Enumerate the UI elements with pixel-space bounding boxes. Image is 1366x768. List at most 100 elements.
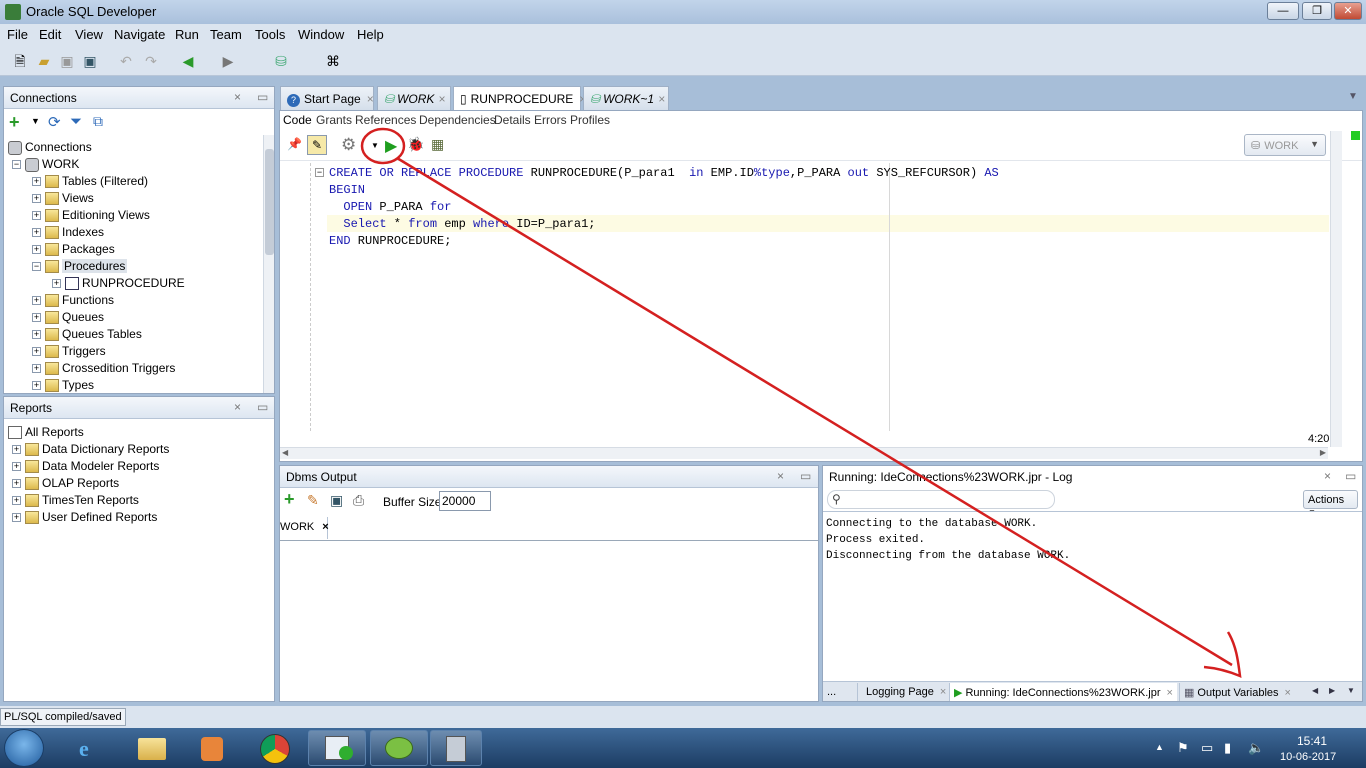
- horizontal-scrollbar[interactable]: ◀ ▶: [280, 447, 1328, 459]
- tab-work[interactable]: ⛁ WORK ×: [377, 86, 451, 110]
- start-button[interactable]: [4, 729, 44, 767]
- tree-item[interactable]: + Data Modeler Reports: [12, 459, 159, 476]
- close-icon[interactable]: ×: [1285, 687, 1291, 699]
- menu-edit[interactable]: Edit: [39, 27, 61, 42]
- subtab-references[interactable]: References: [355, 113, 416, 127]
- collapse-icon[interactable]: −: [32, 262, 41, 272]
- close-icon[interactable]: ×: [777, 469, 784, 483]
- forward-icon[interactable]: ▶: [218, 51, 238, 71]
- maximize-button[interactable]: ❐: [1302, 2, 1332, 20]
- schema-browser-icon[interactable]: ⧉: [93, 113, 103, 130]
- edit-icon[interactable]: ✎: [307, 135, 327, 155]
- clock-date[interactable]: 10-06-2017: [1280, 751, 1336, 763]
- minimize-icon[interactable]: ▭: [800, 469, 811, 483]
- log-text-area[interactable]: Connecting to the database WORK. Process…: [823, 511, 1362, 681]
- expand-icon[interactable]: +: [12, 462, 21, 472]
- menu-run[interactable]: Run: [175, 27, 199, 42]
- scroll-tabs-right-icon[interactable]: ▶: [1329, 686, 1335, 695]
- scroll-right-icon[interactable]: ▶: [1320, 448, 1326, 457]
- expand-icon[interactable]: +: [12, 496, 21, 506]
- run-icon[interactable]: ▶: [385, 136, 397, 156]
- tree-item[interactable]: + Data Dictionary Reports: [12, 442, 169, 459]
- buffer-size-input[interactable]: [439, 491, 491, 511]
- expand-icon[interactable]: +: [32, 313, 41, 323]
- code-line-4[interactable]: Select * from emp where ID=P_para1;: [329, 217, 595, 231]
- code-line-2[interactable]: BEGIN: [329, 183, 365, 197]
- tab-output-variables[interactable]: ▦ Output Variables ×: [1179, 683, 1295, 701]
- tree-item-all-reports[interactable]: All Reports: [8, 425, 84, 442]
- chevron-down-icon[interactable]: ▼: [31, 116, 40, 126]
- filter-icon[interactable]: ⏷: [70, 113, 82, 130]
- expand-icon[interactable]: +: [32, 194, 41, 204]
- tree-item[interactable]: + Functions: [32, 293, 114, 310]
- toad-taskbar-icon[interactable]: [370, 730, 428, 766]
- save-all-icon[interactable]: ▣: [80, 51, 100, 71]
- explorer-taskbar-icon[interactable]: [125, 730, 177, 766]
- sqldeveloper-taskbar-icon[interactable]: [308, 730, 366, 766]
- close-icon[interactable]: ×: [438, 92, 445, 106]
- tree-item[interactable]: + Queues: [32, 310, 104, 327]
- subtab-details[interactable]: Details: [494, 113, 531, 127]
- close-icon[interactable]: ×: [322, 521, 328, 533]
- vertical-scrollbar[interactable]: [1330, 131, 1342, 447]
- tab-running[interactable]: ▶ Running: IdeConnections%23WORK.jpr ×: [949, 683, 1177, 701]
- tree-root[interactable]: Connections: [8, 140, 92, 157]
- tree-connection-work[interactable]: − WORK: [12, 157, 79, 174]
- connection-selector[interactable]: ⛁ WORK ▼: [1244, 134, 1326, 156]
- tree-item[interactable]: + Tables (Filtered): [32, 174, 148, 191]
- expand-icon[interactable]: +: [32, 330, 41, 340]
- code-line-3[interactable]: OPEN P_PARA for: [329, 200, 451, 214]
- tree-scrollbar[interactable]: [263, 135, 274, 393]
- expand-icon[interactable]: +: [12, 513, 21, 523]
- close-icon[interactable]: ×: [658, 92, 665, 106]
- dbms-output-area[interactable]: [280, 540, 818, 701]
- tree-item-runprocedure[interactable]: + RUNPROCEDURE: [52, 276, 185, 293]
- close-icon[interactable]: ×: [940, 686, 946, 698]
- save-icon[interactable]: ▣: [330, 492, 343, 509]
- minimize-icon[interactable]: ▭: [1345, 469, 1356, 483]
- subtab-dependencies[interactable]: Dependencies: [419, 113, 496, 127]
- tree-item[interactable]: + Triggers: [32, 344, 106, 361]
- compile-gear-icon[interactable]: ⚙: [341, 135, 356, 155]
- network-icon[interactable]: ▮: [1224, 740, 1231, 756]
- dbms-conn-tab[interactable]: WORK ×: [280, 517, 329, 539]
- expand-icon[interactable]: +: [32, 296, 41, 306]
- log-search-box[interactable]: ⚲: [827, 490, 1055, 509]
- tab-runprocedure[interactable]: ▯RUNPROCEDURE×: [453, 86, 586, 111]
- menu-team[interactable]: Team: [210, 27, 242, 42]
- close-icon[interactable]: ×: [1324, 469, 1331, 483]
- sql-worksheet-icon[interactable]: ⛁: [271, 51, 291, 71]
- tree-item[interactable]: + Views: [32, 191, 94, 208]
- menu-window[interactable]: Window: [298, 27, 344, 42]
- tab-list-icon[interactable]: ▼: [1347, 686, 1355, 695]
- tree-item[interactable]: + TimesTen Reports: [12, 493, 139, 510]
- new-icon[interactable]: 🗎: [10, 51, 30, 71]
- expand-icon[interactable]: +: [32, 177, 41, 187]
- clock-time[interactable]: 15:41: [1297, 734, 1327, 748]
- collapse-icon[interactable]: −: [12, 160, 21, 170]
- refresh-icon[interactable]: ⟳: [48, 113, 61, 131]
- menu-tools[interactable]: Tools: [255, 27, 285, 42]
- tree-item[interactable]: + Crossedition Triggers: [32, 361, 175, 378]
- scroll-left-icon[interactable]: ◀: [282, 448, 288, 457]
- show-hidden-icons[interactable]: ▲: [1155, 742, 1164, 752]
- expand-icon[interactable]: +: [32, 347, 41, 357]
- expand-icon[interactable]: +: [52, 279, 61, 289]
- subtab-grants[interactable]: Grants: [316, 113, 352, 127]
- debug-bug-icon[interactable]: 🐞: [407, 136, 424, 153]
- expand-icon[interactable]: +: [32, 228, 41, 238]
- tab-more[interactable]: ...: [827, 686, 836, 698]
- expand-icon[interactable]: +: [12, 445, 21, 455]
- tree-item[interactable]: + Indexes: [32, 225, 104, 242]
- tree-item[interactable]: + Packages: [32, 242, 115, 259]
- fold-icon[interactable]: −: [315, 168, 324, 177]
- action-center-icon[interactable]: ⚑: [1177, 740, 1189, 756]
- tree-item[interactable]: + User Defined Reports: [12, 510, 157, 527]
- tab-list-icon[interactable]: ▼: [1348, 91, 1358, 102]
- close-icon[interactable]: ×: [1167, 687, 1173, 699]
- tree-item[interactable]: + Editioning Views: [32, 208, 150, 225]
- profile-icon[interactable]: ▦: [431, 136, 444, 153]
- tree-item[interactable]: + Queues Tables: [32, 327, 142, 344]
- pin-icon[interactable]: 📌: [287, 137, 302, 151]
- media-player-taskbar-icon[interactable]: [185, 730, 237, 766]
